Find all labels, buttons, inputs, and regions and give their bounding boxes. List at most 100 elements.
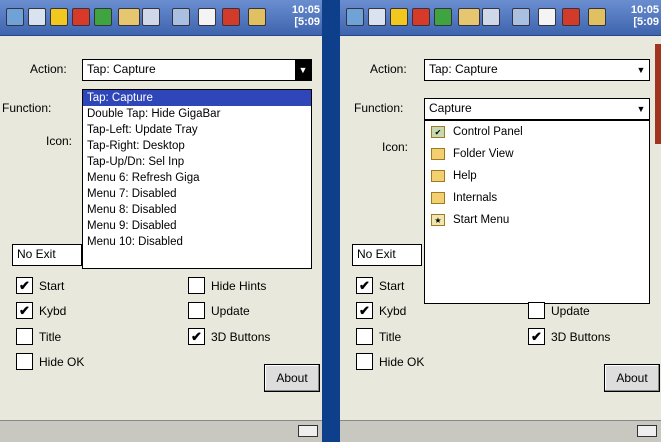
chevron-down-icon[interactable]: ▼ <box>633 99 649 119</box>
right-screen: 10:05 [5:09 Action: Tap: Capture ▼ Funct… <box>340 0 661 442</box>
hide-ok-label: Hide OK <box>39 354 85 369</box>
folder-item[interactable]: ✔ Control Panel <box>425 121 649 143</box>
dropdown-item[interactable]: Menu 8: Disabled <box>83 202 311 218</box>
hide-ok-checkbox[interactable] <box>356 353 373 370</box>
title-checkbox-row[interactable]: Title <box>356 328 401 345</box>
app-icon[interactable] <box>346 8 364 26</box>
clock-time: 10:05 <box>291 4 320 16</box>
tray-icon[interactable] <box>458 8 480 26</box>
window-icon[interactable] <box>28 8 46 26</box>
document-icon[interactable] <box>538 8 556 26</box>
network-icon[interactable] <box>172 8 190 26</box>
start-checkbox-row[interactable]: ✔ Start <box>356 277 404 294</box>
buttons-3d-checkbox[interactable]: ✔ <box>528 328 545 345</box>
about-button[interactable]: About <box>264 364 320 392</box>
start-checkbox[interactable]: ✔ <box>356 277 373 294</box>
update-checkbox[interactable] <box>528 302 545 319</box>
title-checkbox[interactable] <box>356 328 373 345</box>
title-label: Title <box>39 329 62 344</box>
color-icon[interactable] <box>222 8 240 26</box>
clock-sub: [5:09 <box>294 16 320 28</box>
kybd-checkbox-row[interactable]: ✔ Kybd <box>356 302 406 319</box>
speaker-icon[interactable] <box>248 8 266 26</box>
folder-item-label: Start Menu <box>453 214 510 226</box>
chevron-down-icon[interactable]: ▼ <box>295 60 311 80</box>
dropdown-item[interactable]: Menu 9: Disabled <box>83 218 311 234</box>
folder-item[interactable]: Internals <box>425 187 649 209</box>
kybd-checkbox-row[interactable]: ✔ Kybd <box>16 302 66 319</box>
folder-item[interactable]: Folder View <box>425 143 649 165</box>
tray-icon[interactable] <box>118 8 140 26</box>
hide-hints-checkbox-row[interactable]: Hide Hints <box>188 277 266 294</box>
dropdown-item[interactable]: Tap-Up/Dn: Sel Inp <box>83 154 311 170</box>
function-value: Capture <box>429 101 472 115</box>
hide-ok-checkbox-row[interactable]: Hide OK <box>16 353 84 370</box>
keyboard-icon[interactable] <box>482 8 500 26</box>
update-checkbox-row[interactable]: Update <box>188 302 250 319</box>
action-dropdown-list[interactable]: Tap: Capture Double Tap: Hide GigaBar Ta… <box>82 89 312 269</box>
close-app-icon[interactable] <box>72 8 90 26</box>
title-checkbox-row[interactable]: Title <box>16 328 61 345</box>
window-icon[interactable] <box>368 8 386 26</box>
folder-icon <box>431 192 445 204</box>
kybd-label: Kybd <box>39 303 67 318</box>
speaker-icon[interactable] <box>588 8 606 26</box>
title-checkbox[interactable] <box>16 328 33 345</box>
hide-ok-checkbox-row[interactable]: Hide OK <box>356 353 424 370</box>
function-label: Function: <box>354 101 404 115</box>
icon-label: Icon: <box>382 140 409 154</box>
app-icon[interactable] <box>6 8 24 26</box>
folder-icon <box>431 170 445 182</box>
check-icon[interactable] <box>434 8 452 26</box>
check-icon[interactable] <box>94 8 112 26</box>
function-label: Function: <box>2 101 52 115</box>
about-button[interactable]: About <box>604 364 660 392</box>
dropdown-item[interactable]: Double Tap: Hide GigaBar <box>83 106 311 122</box>
document-icon[interactable] <box>198 8 216 26</box>
network-icon[interactable] <box>512 8 530 26</box>
action-combo[interactable]: Tap: Capture ▼ <box>424 59 650 81</box>
folder-item-label: Internals <box>453 192 498 204</box>
action-combo[interactable]: Tap: Capture ▼ <box>82 59 312 81</box>
start-checkbox-row[interactable]: ✔ Start <box>16 277 64 294</box>
update-checkbox-row[interactable]: Update <box>528 302 590 319</box>
keyboard-icon[interactable] <box>298 425 318 437</box>
control-panel-icon: ✔ <box>431 126 445 138</box>
hide-hints-checkbox[interactable] <box>188 277 205 294</box>
close-app-icon[interactable] <box>412 8 430 26</box>
exit-mode-field[interactable]: No Exit <box>352 244 422 266</box>
left-screen: 10:05 [5:09 Action: Tap: Capture ▼ Funct… <box>0 0 322 442</box>
hide-hints-label: Hide Hints <box>211 278 267 293</box>
dropdown-item[interactable]: Tap-Right: Desktop <box>83 138 311 154</box>
dropdown-item[interactable]: Menu 7: Disabled <box>83 186 311 202</box>
dropdown-item[interactable]: Menu 6: Refresh Giga <box>83 170 311 186</box>
status-clock: 10:05 [5:09 <box>631 4 659 28</box>
color-icon[interactable] <box>562 8 580 26</box>
keyboard-icon[interactable] <box>637 425 657 437</box>
buttons-3d-checkbox-row[interactable]: ✔ 3D Buttons <box>188 328 270 345</box>
kybd-checkbox[interactable]: ✔ <box>356 302 373 319</box>
dropdown-item[interactable]: Menu 10: Disabled <box>83 234 311 250</box>
icon-label: Icon: <box>46 134 73 148</box>
update-checkbox[interactable] <box>188 302 205 319</box>
keyboard-icon[interactable] <box>142 8 160 26</box>
dropdown-item[interactable]: Tap: Capture <box>83 90 311 106</box>
note-icon[interactable] <box>50 8 68 26</box>
start-menu-icon: ★ <box>431 214 445 226</box>
buttons-3d-checkbox[interactable]: ✔ <box>188 328 205 345</box>
buttons-3d-label: 3D Buttons <box>551 329 611 344</box>
action-value: Tap: Capture <box>87 62 156 76</box>
exit-mode-field[interactable]: No Exit <box>12 244 82 266</box>
function-dropdown-list[interactable]: ✔ Control Panel Folder View Help Interna… <box>424 120 650 304</box>
hide-ok-checkbox[interactable] <box>16 353 33 370</box>
update-label: Update <box>211 303 250 318</box>
buttons-3d-checkbox-row[interactable]: ✔ 3D Buttons <box>528 328 610 345</box>
note-icon[interactable] <box>390 8 408 26</box>
start-checkbox[interactable]: ✔ <box>16 277 33 294</box>
kybd-checkbox[interactable]: ✔ <box>16 302 33 319</box>
dropdown-item[interactable]: Tap-Left: Update Tray <box>83 122 311 138</box>
chevron-down-icon[interactable]: ▼ <box>633 60 649 80</box>
folder-item[interactable]: ★ Start Menu <box>425 209 649 231</box>
folder-item[interactable]: Help <box>425 165 649 187</box>
function-combo[interactable]: Capture ▼ <box>424 98 650 120</box>
